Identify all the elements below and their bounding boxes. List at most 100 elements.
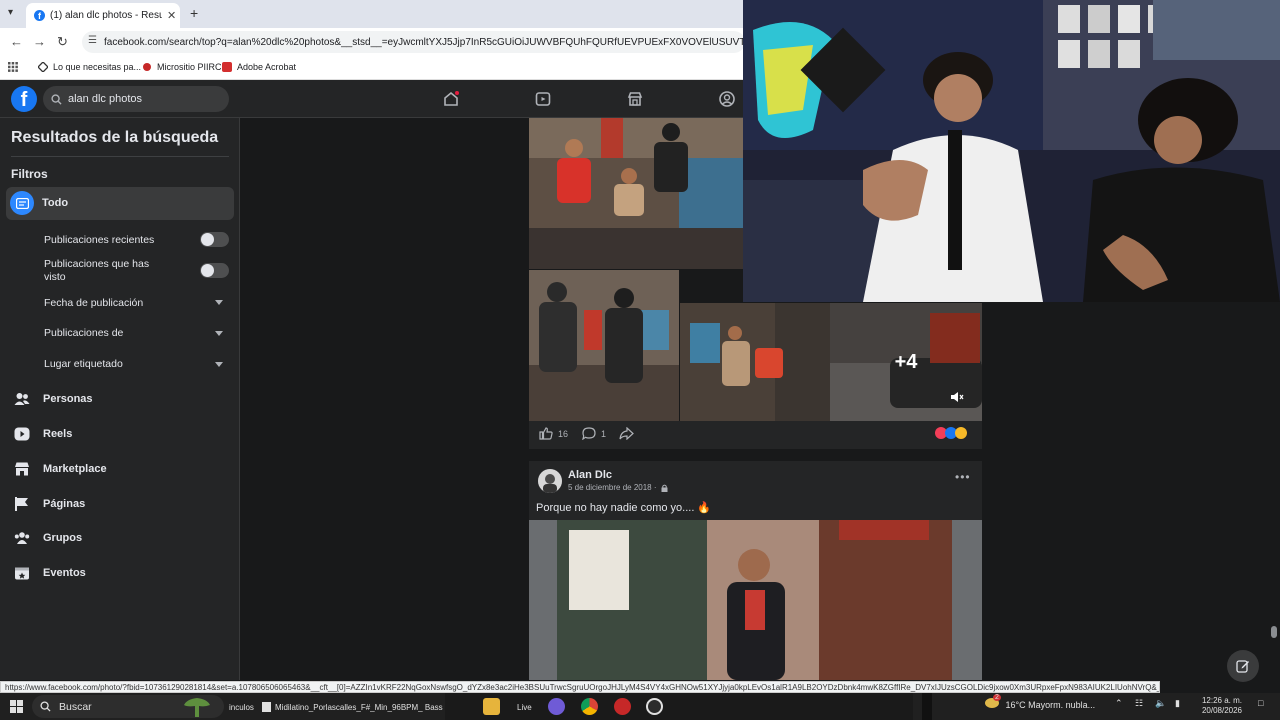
category-personas[interactable]: Personas xyxy=(11,388,93,410)
obs-record-icon[interactable] xyxy=(614,698,631,715)
new-tab-plus-icon[interactable]: + xyxy=(190,5,198,21)
reload-icon[interactable]: ↻ xyxy=(57,34,68,50)
calendar-icon xyxy=(11,562,33,584)
discord-icon[interactable] xyxy=(548,698,565,715)
taskbar-separator xyxy=(922,693,932,720)
storefront-portrait-photo xyxy=(529,520,982,680)
taskbar-clock[interactable]: 12:26 a. m. 20/08/2026 xyxy=(1200,696,1242,716)
flag-icon xyxy=(11,493,33,515)
weather-widget[interactable]: 2 16°C Mayorm. nubla... xyxy=(985,694,1095,710)
bookmarks-bar: Lo que necesitas pa... Micrositio PIIRC … xyxy=(0,56,745,80)
chevron-down-icon[interactable] xyxy=(215,362,223,367)
post-photo[interactable] xyxy=(529,520,982,680)
bookmark-label: Lo que necesitas pa... xyxy=(53,62,142,72)
reactions-summary[interactable] xyxy=(935,427,967,439)
video-icon[interactable] xyxy=(534,90,552,108)
chevron-down-icon[interactable] xyxy=(215,331,223,336)
chrome-icon[interactable] xyxy=(581,698,598,715)
thumbs-up-icon xyxy=(539,427,553,440)
page-scrollbar[interactable] xyxy=(1271,626,1277,638)
recent-posts-toggle[interactable] xyxy=(200,232,229,247)
file-explorer-icon[interactable] xyxy=(483,698,500,715)
address-bar[interactable]: ☰ facebook.com/search/top?q=alan%20dlc%2… xyxy=(82,31,745,53)
home-icon[interactable] xyxy=(442,90,460,108)
like-button[interactable]: 16 xyxy=(539,427,568,440)
post-card: Alan Dlc 5 de diciembre de 2018 · ••• Po… xyxy=(529,461,982,680)
filter-seen-posts-label: Publicaciones que has visto xyxy=(44,258,150,283)
share-button[interactable] xyxy=(619,427,634,440)
category-events[interactable]: Eventos xyxy=(11,562,86,584)
taskbar-app-project[interactable]: Midilatino_Porlascalles_F#_Min_96BPM_ Ba… xyxy=(262,699,449,715)
more-options-icon[interactable]: ••• xyxy=(955,470,971,484)
post-caption: Porque no hay nadie como yo.... 🔥 xyxy=(536,502,712,514)
post-timestamp[interactable]: 5 de diciembre de 2018 · xyxy=(568,483,668,492)
post-author[interactable]: Alan Dlc xyxy=(568,469,612,481)
mute-icon[interactable] xyxy=(950,391,964,403)
bookmark-item[interactable]: Micrositio PIIRC xyxy=(142,62,222,72)
micrositio-bookmark-icon xyxy=(143,63,151,71)
search-highlight-tree-icon xyxy=(184,698,210,717)
filter-todo[interactable]: Todo xyxy=(6,187,234,220)
studio-hoodie-photo xyxy=(529,270,679,421)
category-label: Personas xyxy=(43,393,93,405)
windows-start-icon[interactable] xyxy=(10,700,23,713)
speaker-icon[interactable]: 🔈 xyxy=(1155,698,1166,709)
filter-posts-from-dropdown[interactable]: Publicaciones de xyxy=(44,327,123,340)
facebook-logo-icon[interactable]: f xyxy=(11,86,37,112)
obs-studio-icon[interactable] xyxy=(646,698,663,715)
search-icon xyxy=(51,93,62,105)
bookmark-label: Micrositio PIIRC xyxy=(157,62,222,72)
back-arrow-icon[interactable]: ← xyxy=(10,34,23,49)
category-marketplace[interactable]: Marketplace xyxy=(11,458,107,480)
site-info-icon[interactable]: ☰ xyxy=(88,35,97,46)
marketplace-icon[interactable] xyxy=(626,90,644,108)
tray-chevron-up-icon[interactable]: ⌃ xyxy=(1115,698,1123,709)
filter-date-dropdown[interactable]: Fecha de publicación xyxy=(44,297,143,310)
chevron-down-icon[interactable] xyxy=(215,300,223,305)
category-reels[interactable]: Reels xyxy=(11,423,72,445)
browser-toolbar: ← → ↻ ☰ facebook.com/search/top?q=alan%2… xyxy=(0,28,745,56)
comment-button[interactable]: 1 xyxy=(582,427,606,440)
post-photo[interactable] xyxy=(680,303,830,421)
post-photo[interactable] xyxy=(529,118,743,269)
bookmark-item[interactable]: Adobe Acrobat xyxy=(222,62,296,72)
taskbar-app-title: Midilatino_Porlascalles_F#_Min_96BPM_ Ba… xyxy=(275,702,450,712)
taskbar-pinned-area xyxy=(445,693,913,720)
posts-filter-icon xyxy=(10,191,34,215)
tab-search-chevron-icon[interactable]: ▾ xyxy=(8,7,13,18)
search-filters-sidebar: Resultados de la búsqueda Filtros Todo P… xyxy=(0,118,240,680)
sidebar-divider xyxy=(11,156,229,157)
search-box[interactable] xyxy=(43,86,229,112)
browser-tab-active[interactable]: f (1) alan dlc photos - Resultados ✕ xyxy=(26,3,180,28)
comment-count: 1 xyxy=(601,428,607,439)
post-action-bar: 16 1 xyxy=(529,421,982,449)
bookmark-item[interactable]: Lo que necesitas pa... xyxy=(38,62,141,72)
category-groups[interactable]: Grupos xyxy=(11,527,82,549)
profile-icon[interactable] xyxy=(718,90,736,108)
network-wifi-icon[interactable]: ☷ xyxy=(1135,698,1143,709)
new-message-button[interactable] xyxy=(1227,650,1259,682)
search-icon xyxy=(40,701,51,712)
ableton-live-icon[interactable]: Live xyxy=(517,699,532,715)
more-photos-overlay[interactable]: +4 xyxy=(830,303,982,421)
seen-posts-toggle[interactable] xyxy=(200,263,229,278)
taskbar-search[interactable]: Buscar xyxy=(32,695,224,718)
taskbar-app-partial[interactable]: inculos xyxy=(229,699,254,715)
apps-grid-icon[interactable] xyxy=(8,62,18,72)
close-tab-icon[interactable]: ✕ xyxy=(167,9,176,22)
file-icon xyxy=(262,702,271,712)
category-pages[interactable]: Páginas xyxy=(11,493,85,515)
browser-tab-bar: ▾ f (1) alan dlc photos - Resultados ✕ + xyxy=(0,0,745,28)
address-bar-url: facebook.com/search/top?q=alan%20dlc%20p… xyxy=(104,36,745,48)
link-status-bar: https://www.facebook.com/photo/?fbid=107… xyxy=(0,681,1160,693)
people-icon xyxy=(11,388,33,410)
comment-icon xyxy=(582,427,596,440)
search-input[interactable] xyxy=(68,93,218,105)
notification-bell-icon[interactable]: □ xyxy=(1258,698,1263,708)
battery-icon[interactable]: ▮ xyxy=(1175,698,1180,709)
forward-arrow-icon[interactable]: → xyxy=(33,34,46,49)
clock-time: 12:26 a. m. xyxy=(1201,696,1242,705)
post-photo[interactable] xyxy=(529,270,679,421)
avatar[interactable] xyxy=(538,469,562,493)
filter-tagged-place-dropdown[interactable]: Lugar etiquetado xyxy=(44,358,123,371)
